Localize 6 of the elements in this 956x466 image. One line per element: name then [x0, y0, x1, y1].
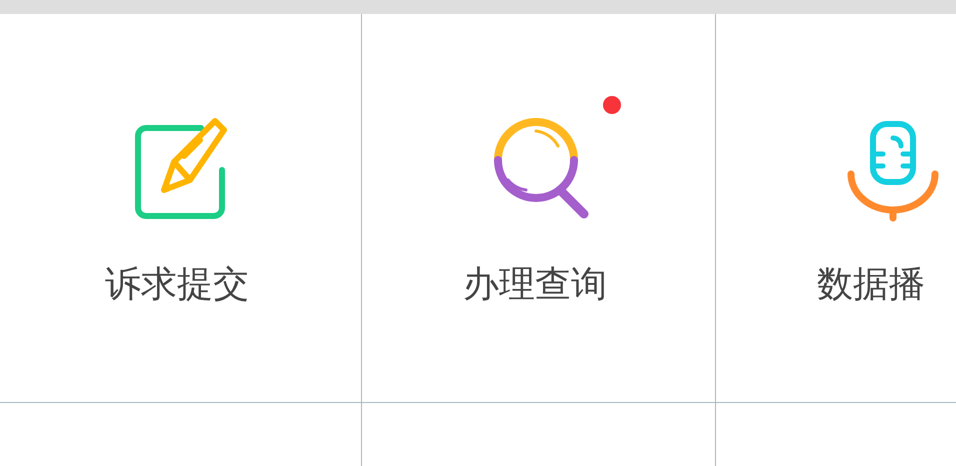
menu-tile[interactable]: 数据播 [716, 14, 956, 403]
tile-label: 数据播 [816, 265, 926, 305]
tile-label: 诉求提交 [104, 265, 250, 305]
menu-tile[interactable]: 办理查询 [362, 14, 716, 403]
menu-tile[interactable]: 诉求提交 [0, 14, 362, 403]
tile-label: 办理查询 [462, 265, 608, 305]
